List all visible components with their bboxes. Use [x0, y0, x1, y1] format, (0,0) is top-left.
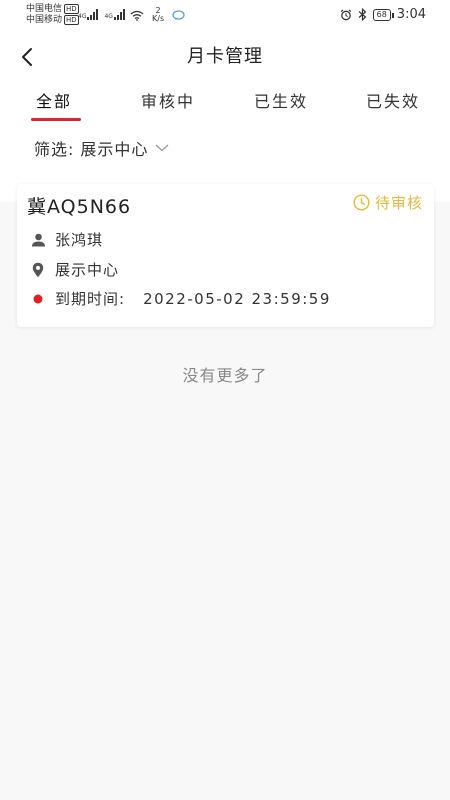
owner-name: 张鸿琪: [55, 231, 104, 249]
battery-indicator: 68: [372, 8, 395, 21]
no-more-text: 没有更多了: [182, 366, 268, 385]
net-speed-unit: K/s: [152, 14, 165, 23]
license-plate: 冀AQ5N66: [27, 196, 132, 218]
signal-group: 4G 4G: [78, 8, 125, 20]
carrier-1: 中国电信: [26, 4, 63, 14]
clock: 3:04: [396, 7, 426, 22]
monthly-card-item[interactable]: 冀AQ5N66 待审核 张鸿琪 展示中心 到期时间: 2022-05-02 23…: [17, 184, 434, 327]
status-mid: 2 K/s: [130, 7, 185, 23]
expiry-row: 到期时间: 2022-05-02 23:59:59: [29, 288, 331, 309]
network-type-1: 4G: [78, 13, 87, 20]
signal-bars-icon: [87, 8, 99, 20]
network-type-2: 4G: [104, 13, 113, 20]
location-pin-icon: [32, 262, 44, 277]
status-text: 待审核: [374, 194, 423, 212]
carrier-info: 中国电信 HD 中国移动 HD: [26, 4, 79, 26]
tab-active-indicator: [31, 118, 81, 121]
tab-all[interactable]: 全部: [36, 88, 72, 112]
status-badge: 待审核: [353, 192, 423, 213]
page-title: 月卡管理: [187, 46, 263, 67]
expiry-label: 到期时间:: [55, 290, 126, 308]
carrier-2: 中国移动: [26, 15, 63, 25]
wifi-icon: [130, 10, 144, 21]
chat-bubble-icon: [172, 9, 185, 20]
filter-label: 筛选:: [34, 140, 75, 159]
tab-active[interactable]: 已生效: [254, 88, 308, 112]
tab-reviewing[interactable]: 审核中: [141, 88, 195, 112]
bluetooth-icon: [358, 8, 367, 21]
location-row: 展示中心: [29, 259, 119, 280]
hd-badge-2: HD: [64, 15, 79, 25]
user-icon: [31, 233, 45, 246]
filter-dropdown[interactable]: 筛选: 展示中心: [34, 136, 170, 160]
chevron-down-icon: [155, 144, 169, 152]
filter-value: 展示中心: [80, 140, 149, 159]
tab-expired[interactable]: 已失效: [366, 88, 420, 112]
status-right: 68 3:04: [340, 7, 426, 22]
location-name: 展示中心: [55, 261, 120, 279]
tab-bar: 全部 审核中 已生效 已失效: [0, 88, 450, 128]
hd-badge-1: HD: [64, 4, 79, 14]
clock-icon: [353, 194, 370, 211]
owner-row: 张鸿琪: [29, 229, 103, 250]
alarm-icon: [340, 9, 351, 20]
header: 月卡管理 全部 审核中 已生效 已失效 筛选: 展示中心: [0, 32, 450, 202]
expiry-value: 2022-05-02 23:59:59: [143, 289, 331, 308]
net-speed: 2 K/s: [152, 7, 164, 23]
red-dot-icon: [33, 294, 43, 303]
signal-bars-icon: [113, 8, 125, 20]
status-bar: 中国电信 HD 中国移动 HD 4G 4G 2 K/s 68 3:04: [0, 0, 450, 32]
